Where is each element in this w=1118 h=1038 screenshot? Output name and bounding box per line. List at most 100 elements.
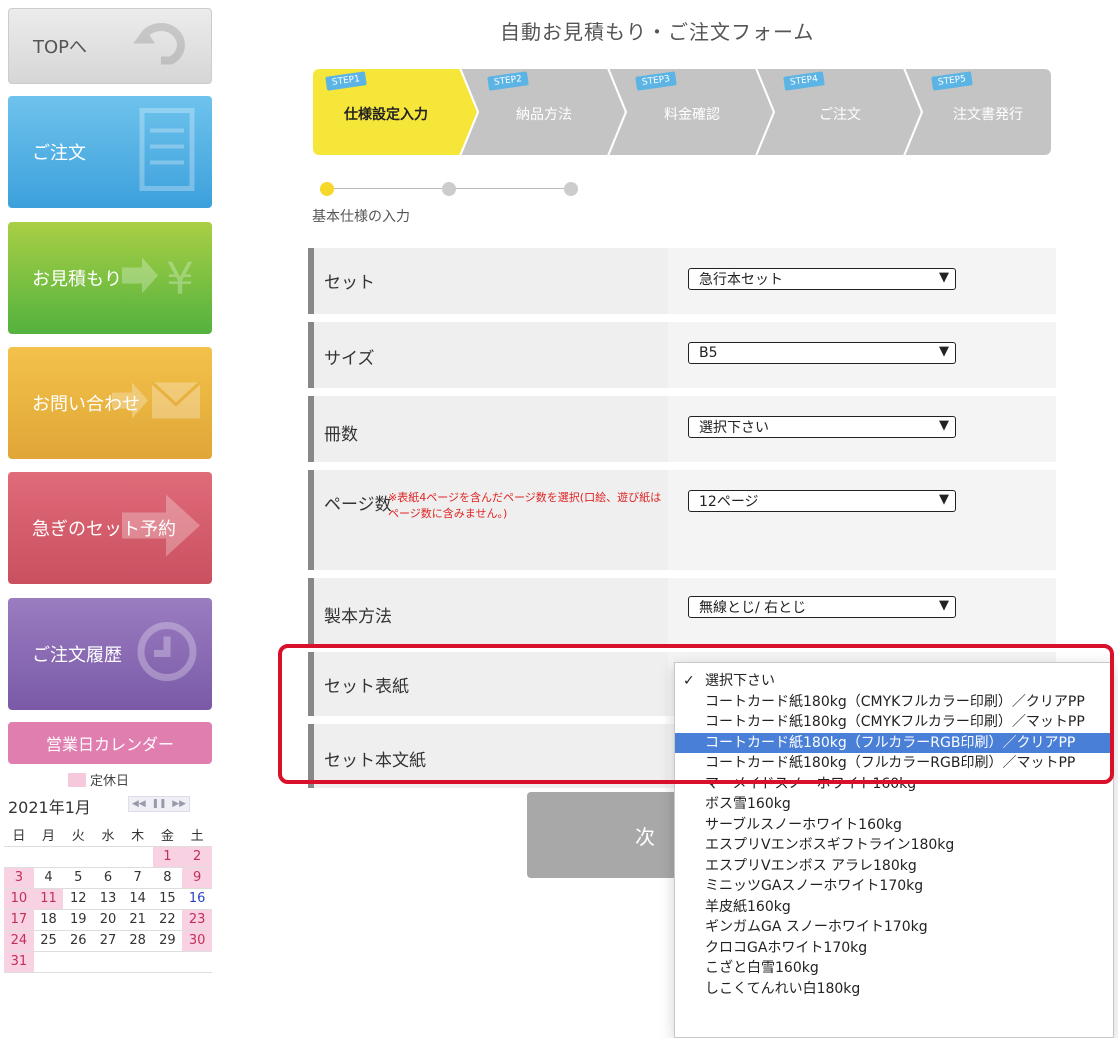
dropdown-option[interactable]: サーブルスノーホワイト160kg <box>675 815 1113 836</box>
step-label: 注文書発行 <box>953 107 1023 123</box>
next-month-icon[interactable]: ▶▶ <box>172 799 186 809</box>
dropdown-option-label: ギンガムGA スノーホワイト170kg <box>705 919 928 935</box>
calendar-day <box>63 951 94 973</box>
dropdown-option-label: サーブルスノーホワイト160kg <box>705 816 902 833</box>
calendar-day: 31 <box>4 951 34 973</box>
calendar-day: 28 <box>122 930 153 952</box>
calendar-day: 25 <box>33 930 64 952</box>
calendar-day: 1 <box>152 846 183 868</box>
dropdown-option-label: こざと白雪160kg <box>705 960 819 976</box>
dropdown-option-label: エスプリVエンボスギフトライン180kg <box>705 837 955 853</box>
step-label: 料金確認 <box>664 107 720 123</box>
progress-dot <box>564 182 578 196</box>
document-icon <box>132 105 202 200</box>
calendar-day: 3 <box>4 867 34 889</box>
calendar-week: 24 25 26 27 28 29 30 <box>4 930 212 952</box>
calendar-week: 17 18 19 20 21 22 23 <box>4 909 212 931</box>
top-button[interactable]: TOPへ <box>8 8 212 84</box>
row-body-label: セット本文紙 <box>324 751 426 771</box>
calendar-day: 20 <box>93 909 123 931</box>
pages-select[interactable]: 12ページ ▼ <box>688 490 956 512</box>
next-button[interactable]: 次 <box>527 792 677 878</box>
dropdown-option-label: 選択下さい <box>705 673 775 689</box>
calendar-day: 4 <box>33 867 64 889</box>
copies-select[interactable]: 選択下さい ▼ <box>688 416 956 438</box>
checkmark-icon: ✓ <box>683 673 695 689</box>
dropdown-option[interactable]: こざと白雪160kg <box>675 958 1113 979</box>
holiday-swatch <box>68 772 86 787</box>
dropdown-option[interactable]: コートカード紙180kg（CMYKフルカラー印刷）／マットPP <box>675 712 1113 733</box>
calendar-legend-label: 定休日 <box>90 774 130 789</box>
calendar-table: 日月火水木金土 1 2 3 4 5 6 7 8 9 10 11 12 13 14 15 16 17 18 19 20 2… <box>4 824 212 973</box>
calendar-day: 8 <box>152 867 183 889</box>
binding-select[interactable]: 無線とじ/ 右とじ ▼ <box>688 596 956 618</box>
order-history-button[interactable]: ご注文履歴 <box>8 598 212 710</box>
calendar-week: 3456789 <box>4 867 212 889</box>
calendar-day: 29 <box>152 930 183 952</box>
binding-select-value: 無線とじ/ 右とじ <box>699 600 807 616</box>
dropdown-option[interactable]: 羊皮紙160kg <box>675 897 1113 918</box>
calendar-day <box>4 846 34 868</box>
step-tag: STEP3 <box>635 71 677 91</box>
calendar-day: 6 <box>93 867 123 889</box>
dropdown-option[interactable]: マーメイドスノーホワイト160kg <box>675 774 1113 795</box>
dropdown-option[interactable]: クロコGAホワイト170kg <box>675 938 1113 959</box>
calendar-day: 19 <box>63 909 94 931</box>
calendar-day: 15 <box>152 888 183 910</box>
order-history-label: ご注文履歴 <box>32 645 122 666</box>
calendar-nav[interactable]: ◀◀ ❚❚ ▶▶ <box>128 796 190 812</box>
calendar-day: 22 <box>152 909 183 931</box>
cover-options-dropdown[interactable]: ✓ 選択下さい コートカード紙180kg（CMYKフルカラー印刷）／クリアPP コート… <box>674 662 1114 1038</box>
size-select[interactable]: B5 ▼ <box>688 342 956 364</box>
set-select-value: 急行本セット <box>699 272 783 288</box>
step-label: 仕様設定入力 <box>344 107 428 123</box>
dropdown-option[interactable]: エスプリVエンボスギフトライン180kg <box>675 835 1113 856</box>
dropdown-option[interactable]: コートカード紙180kg（CMYKフルカラー印刷）／クリアPP <box>675 692 1113 713</box>
weekday-header: 火 <box>63 824 94 847</box>
row-set: セット 急行本セット ▼ <box>308 248 1056 314</box>
dropdown-option[interactable]: ギンガムGA スノーホワイト170kg <box>675 917 1113 938</box>
dropdown-option-label: エスプリVエンボス アラレ180kg <box>705 857 917 874</box>
step-tag: STEP2 <box>487 71 529 91</box>
calendar-day <box>63 846 94 868</box>
row-copies: 冊数 選択下さい ▼ <box>308 396 1056 462</box>
calendar-day <box>182 951 212 973</box>
prev-month-icon[interactable]: ◀◀ <box>132 799 146 809</box>
chevron-down-icon: ▼ <box>939 270 949 285</box>
dropdown-option[interactable]: コートカード紙180kg（フルカラーRGB印刷）／クリアPP <box>675 732 1113 753</box>
page-title: 自動お見積もり・ご注文フォーム <box>500 20 815 44</box>
dropdown-option[interactable]: ミニッツGAスノーホワイト170kg <box>675 876 1113 897</box>
calendar-day <box>33 951 64 973</box>
dropdown-option-label: ボス雪160kg <box>705 796 791 812</box>
dropdown-option[interactable]: ✓ 選択下さい <box>675 671 1113 692</box>
calendar-day <box>93 846 123 868</box>
calendar-day: 7 <box>122 867 153 889</box>
return-arrow-icon <box>131 19 201 74</box>
dropdown-option[interactable]: エスプリVエンボス アラレ180kg <box>675 856 1113 877</box>
dropdown-option[interactable]: しこくてんれい白180kg <box>675 979 1113 1000</box>
calendar-day: 11 <box>33 888 64 910</box>
step-tag: STEP4 <box>783 71 825 91</box>
order-button[interactable]: ご注文 <box>8 96 212 208</box>
contact-button[interactable]: お問い合わせ <box>8 347 212 459</box>
calendar-day <box>152 951 183 973</box>
dropdown-option-label: コートカード紙180kg（CMYKフルカラー印刷）／マットPP <box>705 714 1085 730</box>
weekday-header: 日 <box>4 824 34 847</box>
calendar-day: 26 <box>63 930 94 952</box>
set-select[interactable]: 急行本セット ▼ <box>688 268 956 290</box>
calendar-day: 27 <box>93 930 123 952</box>
step-3: STEP3 料金確認 <box>608 68 756 156</box>
progress-dot <box>442 182 456 196</box>
estimate-button[interactable]: お見積もり ¥ <box>8 222 212 334</box>
dropdown-option[interactable]: コートカード紙180kg（フルカラーRGB印刷）／マットPP <box>675 753 1113 774</box>
pages-select-value: 12ページ <box>699 494 759 510</box>
estimate-button-label: お見積もり <box>32 269 122 290</box>
rush-reservation-button[interactable]: 急ぎのセット予約 <box>8 472 212 584</box>
calendar-week: 10 11 12 13 14 15 16 <box>4 888 212 910</box>
dropdown-option[interactable]: ボス雪160kg <box>675 794 1113 815</box>
size-select-value: B5 <box>699 345 718 361</box>
copies-select-value: 選択下さい <box>699 420 769 436</box>
order-button-label: ご注文 <box>32 143 86 164</box>
step-label: 納品方法 <box>516 107 572 123</box>
chevron-down-icon: ▼ <box>939 344 949 359</box>
